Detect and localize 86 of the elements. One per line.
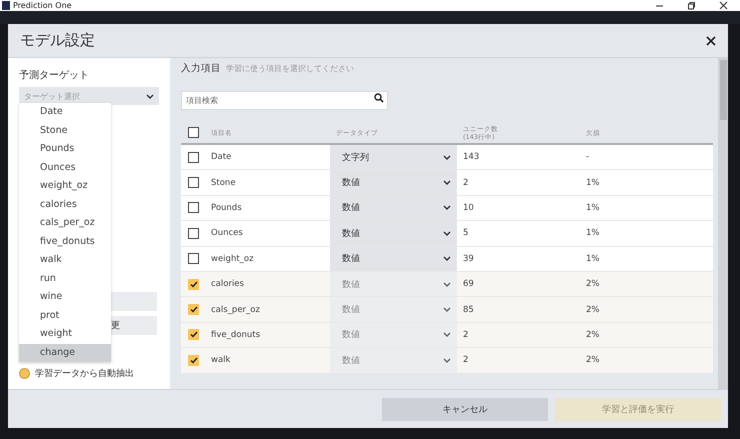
- scrollbar[interactable]: [718, 58, 728, 389]
- table-cell-text: 85: [462, 304, 475, 315]
- table-cell-text: cals_per_oz: [210, 304, 261, 315]
- table-cell-text: -: [585, 152, 590, 162]
- dropdown-option[interactable]: run: [19, 270, 111, 288]
- chevron-down-icon: [443, 205, 451, 210]
- checkbox[interactable]: [188, 304, 199, 316]
- radio-label: 学習データから自動抽出: [35, 368, 134, 380]
- chevron-down-icon: [443, 154, 451, 160]
- table-cell-text: five_donuts: [210, 330, 261, 340]
- close-icon[interactable]: [719, 1, 728, 10]
- checkbox[interactable]: [188, 228, 199, 239]
- dropdown-option[interactable]: weight_oz: [19, 177, 111, 196]
- dropdown-option[interactable]: walk: [19, 251, 111, 270]
- dropdown-option[interactable]: cals_per_oz: [19, 214, 111, 232]
- type-select[interactable]: 数値: [330, 170, 457, 195]
- table-cell-text: 1%: [585, 254, 600, 264]
- section-hint: 学習に使う項目を選択してください: [226, 63, 354, 74]
- chevron-down-icon: [443, 256, 451, 262]
- dropdown-option[interactable]: weight: [19, 325, 111, 344]
- dropdown-option[interactable]: wine: [19, 288, 111, 306]
- checkbox[interactable]: [188, 329, 199, 340]
- chevron-down-icon: [443, 358, 451, 363]
- table-cell-text: 2: [462, 178, 470, 188]
- table-cell-text: weight_oz: [210, 254, 255, 264]
- chevron-down-icon: [443, 307, 451, 312]
- section-title: 入力項目: [181, 62, 221, 75]
- dropdown-option[interactable]: Ounces: [19, 158, 111, 177]
- app-title: Prediction One: [13, 0, 73, 10]
- type-select[interactable]: 文字列: [330, 145, 457, 170]
- restore-icon[interactable]: [687, 1, 696, 10]
- table-cell-text: 2%: [585, 304, 600, 315]
- table-cell-text: 1%: [585, 228, 600, 238]
- table-cell-text: 69: [462, 279, 475, 290]
- dropdown-option[interactable]: Stone: [19, 122, 111, 140]
- chevron-down-icon: [443, 230, 451, 236]
- checkbox[interactable]: [188, 354, 199, 366]
- table-cell-text: 1%: [585, 202, 600, 213]
- section-label: 予測ターゲット: [19, 68, 90, 82]
- app-logo-icon: [2, 1, 10, 10]
- checkbox[interactable]: [188, 278, 199, 290]
- checkmark-icon: [190, 306, 198, 314]
- dropdown-option[interactable]: five_donuts: [19, 232, 111, 251]
- checkbox[interactable]: [188, 152, 199, 163]
- table-cell-text: 10: [462, 202, 475, 213]
- change-button[interactable]: 更: [111, 316, 157, 335]
- type-select[interactable]: 数値: [330, 196, 457, 220]
- close-icon[interactable]: [706, 36, 716, 46]
- table-cell-text: 39: [462, 254, 475, 264]
- dropdown-option[interactable]: calories: [19, 196, 111, 214]
- table-cell-text: Pounds: [210, 202, 243, 213]
- table-cell-text: 2%: [585, 279, 600, 290]
- cancel-button[interactable]: キャンセル: [382, 398, 548, 420]
- table-cell-text: 2%: [585, 355, 600, 366]
- checkmark-icon: [190, 280, 198, 288]
- checkbox[interactable]: [188, 127, 199, 138]
- chevron-down-icon: [443, 332, 451, 338]
- search-icon: [374, 92, 384, 102]
- table-cell-text: walk: [210, 355, 232, 366]
- table-cell-text: Date: [210, 152, 232, 162]
- checkbox[interactable]: [188, 202, 199, 214]
- chevron-down-icon: [443, 180, 451, 186]
- dropdown-option[interactable]: Date: [19, 103, 111, 122]
- chevron-down-icon: [443, 282, 451, 287]
- dialog-title: モデル設定: [20, 31, 95, 50]
- search-field[interactable]: 項目検索: [181, 91, 388, 110]
- checkbox[interactable]: [188, 253, 199, 264]
- radio-button[interactable]: [19, 368, 30, 379]
- checkmark-icon: [190, 356, 198, 364]
- table-cell-text: 1%: [585, 178, 600, 188]
- checkbox[interactable]: [188, 177, 199, 188]
- table-cell-text: 143: [462, 152, 480, 162]
- type-select[interactable]: 数値: [330, 246, 457, 271]
- table-cell-text: 2: [462, 330, 470, 340]
- table-cell-text: 5: [462, 228, 470, 238]
- table-cell-text: Stone: [210, 178, 237, 188]
- dropdown-option[interactable]: Pounds: [19, 140, 111, 158]
- table-cell-text: 2: [462, 355, 470, 366]
- dropdown-option[interactable]: prot: [19, 306, 111, 325]
- type-select[interactable]: 数値: [330, 221, 457, 246]
- table-cell-text: calories: [210, 279, 245, 290]
- chevron-down-icon: [146, 94, 154, 98]
- dropdown-option[interactable]: change: [19, 344, 111, 362]
- table-cell-text: Ounces: [210, 228, 244, 238]
- table-cell-text: 2%: [585, 330, 600, 340]
- checkmark-icon: [190, 331, 198, 338]
